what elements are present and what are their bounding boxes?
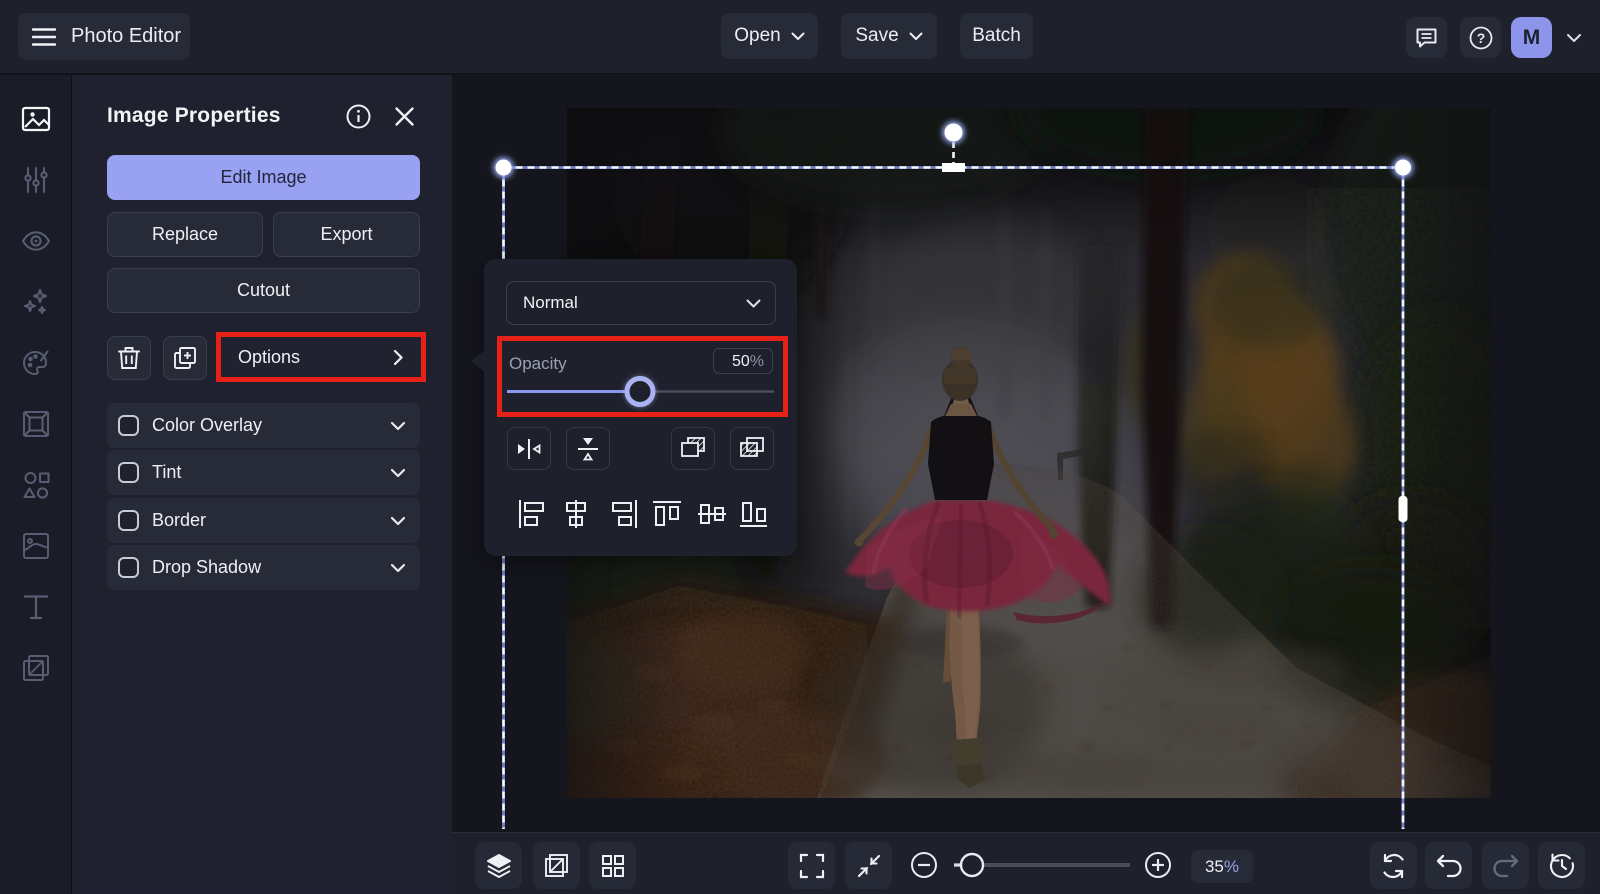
svg-text:?: ? [1476,30,1485,46]
